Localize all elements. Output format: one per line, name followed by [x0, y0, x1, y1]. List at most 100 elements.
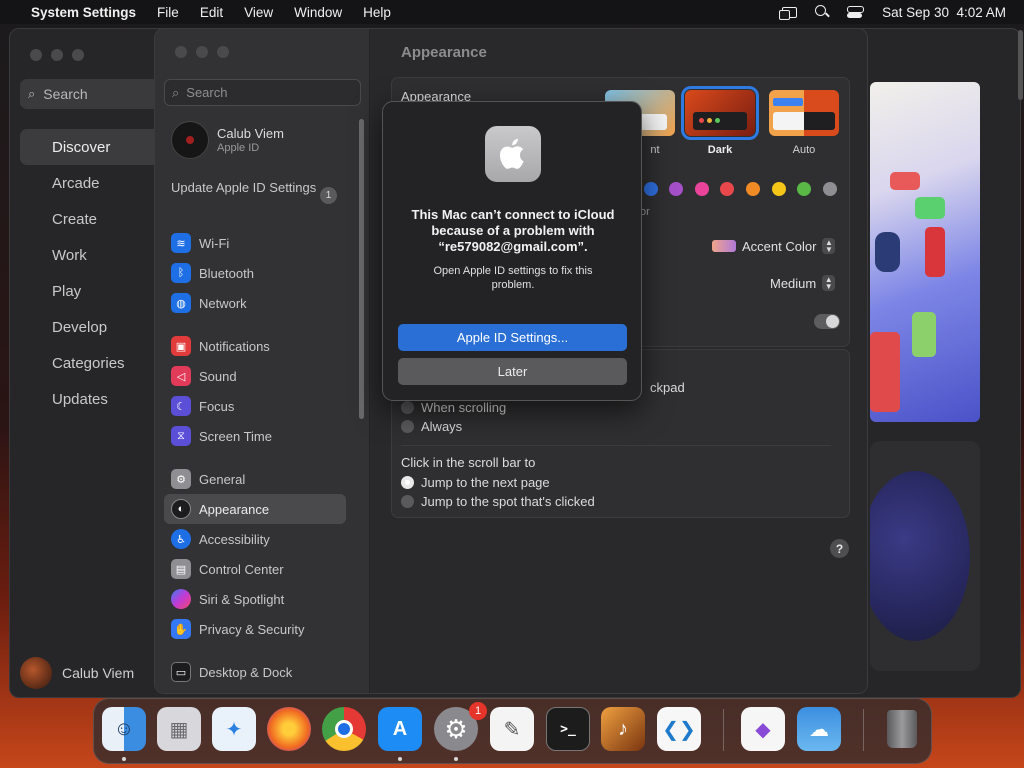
- sidebar-item-control-center[interactable]: ▤ Control Center: [164, 554, 346, 584]
- app-store-account[interactable]: Calub Viem: [20, 657, 134, 689]
- close-window-button[interactable]: [30, 49, 42, 61]
- weather-icon[interactable]: ☁: [797, 707, 841, 751]
- nav-discover[interactable]: Discover: [20, 129, 170, 165]
- screen-mirroring-icon[interactable]: [779, 6, 798, 20]
- sidebar-icon-size-value: Medium: [770, 275, 817, 291]
- divider: [401, 445, 831, 446]
- menu-datetime[interactable]: Sat Sep 30 4:02 AM: [882, 5, 1006, 20]
- menu-app-name[interactable]: System Settings: [31, 5, 136, 20]
- radio-label: Jump to the next page: [421, 475, 550, 490]
- dock-separator: [863, 709, 864, 751]
- sidebar-item-accessibility[interactable]: ♿ Accessibility: [164, 524, 346, 554]
- settings-search-input[interactable]: ⌕ Search: [164, 79, 361, 106]
- garageband-icon[interactable]: ♪: [601, 707, 645, 751]
- minimize-window-button[interactable]: [51, 49, 63, 61]
- textedit-icon[interactable]: ✎: [490, 707, 534, 751]
- running-indicator: [122, 757, 126, 761]
- sidebar-item-bluetooth[interactable]: ᛒ Bluetooth: [164, 258, 346, 288]
- icloud-alert-dialog: This Mac can’t connect to iCloud because…: [382, 101, 642, 401]
- nav-develop[interactable]: Develop: [20, 309, 170, 345]
- accent-blue[interactable]: [644, 182, 658, 196]
- window-controls: [175, 46, 229, 58]
- art-block: [890, 172, 920, 190]
- apple-id-settings-button[interactable]: Apple ID Settings...: [398, 324, 627, 351]
- control-center-icon: ▤: [171, 559, 191, 579]
- radio-label: Jump to the spot that's clicked: [421, 494, 595, 509]
- focus-icon: ☾: [171, 396, 191, 416]
- visual-studio-icon[interactable]: ◆: [741, 707, 785, 751]
- menu-window[interactable]: Window: [294, 5, 342, 20]
- wallpaper-tinting-toggle[interactable]: [814, 314, 840, 329]
- featured-artwork-2[interactable]: [870, 441, 980, 671]
- update-apple-id-settings[interactable]: Update Apple ID Settings: [171, 180, 341, 196]
- accent-yellow[interactable]: [772, 182, 786, 196]
- nav-work[interactable]: Work: [20, 237, 170, 273]
- radio-always[interactable]: Always: [401, 417, 506, 436]
- search-icon: ⌕: [28, 86, 36, 101]
- sidebar-item-network[interactable]: ◍ Network: [164, 288, 346, 318]
- launchpad-icon[interactable]: ▦: [157, 707, 201, 751]
- sidebar-scrollbar[interactable]: [359, 119, 364, 419]
- accent-pink[interactable]: [695, 182, 709, 196]
- sidebar-item-notifications[interactable]: ▣ Notifications: [164, 331, 346, 361]
- nav-updates[interactable]: Updates: [20, 381, 170, 417]
- sidebar-item-appearance[interactable]: ◐ Appearance: [164, 494, 346, 524]
- featured-artwork[interactable]: [870, 82, 980, 422]
- sidebar-group-notifications: ▣ Notifications ◁ Sound ☾ Focus ⧖ Screen…: [164, 331, 346, 451]
- search-icon: ⌕: [172, 84, 180, 100]
- nav-categories[interactable]: Categories: [20, 345, 170, 381]
- sidebar-item-siri-spotlight[interactable]: Siri & Spotlight: [164, 584, 346, 614]
- close-window-button[interactable]: [175, 46, 187, 58]
- menu-file[interactable]: File: [157, 5, 179, 20]
- accent-green[interactable]: [797, 182, 811, 196]
- art-figure: [875, 232, 900, 272]
- terminal-icon[interactable]: >_: [546, 707, 590, 751]
- safari-icon[interactable]: ✦: [212, 707, 256, 751]
- menu-view[interactable]: View: [244, 5, 273, 20]
- nav-arcade[interactable]: Arcade: [20, 165, 170, 201]
- sidebar-item-wifi[interactable]: ≋ Wi-Fi: [164, 228, 346, 258]
- accent-graphite[interactable]: [823, 182, 837, 196]
- theme-auto[interactable]: Auto: [769, 90, 839, 156]
- control-center-icon[interactable]: [847, 6, 865, 18]
- app-store-search-input[interactable]: ⌕ Search: [20, 79, 170, 109]
- chrome-icon[interactable]: [322, 707, 366, 751]
- bluetooth-icon: ᛒ: [171, 263, 191, 283]
- show-scroll-bars-options: When scrolling Always: [401, 398, 506, 436]
- accent-red[interactable]: [720, 182, 734, 196]
- avatar: [20, 657, 52, 689]
- sidebar-item-sound[interactable]: ◁ Sound: [164, 361, 346, 391]
- zoom-window-button[interactable]: [217, 46, 229, 58]
- theme-dark[interactable]: Dark: [681, 86, 759, 156]
- settings-sidebar: ⌕ Search Calub Viem Apple ID Update Appl…: [155, 29, 370, 693]
- menu-help[interactable]: Help: [363, 5, 391, 20]
- zoom-window-button[interactable]: [72, 49, 84, 61]
- radio-jump-next-page[interactable]: Jump to the next page: [401, 473, 595, 492]
- sidebar-item-privacy-security[interactable]: ✋ Privacy & Security: [164, 614, 346, 644]
- highlight-color-select[interactable]: Accent Color ▲ ▼: [712, 238, 836, 254]
- accent-orange[interactable]: [746, 182, 760, 196]
- trash-icon[interactable]: [880, 707, 924, 751]
- later-button[interactable]: Later: [398, 358, 627, 385]
- minimize-window-button[interactable]: [196, 46, 208, 58]
- vscode-icon[interactable]: ❮❯: [657, 707, 701, 751]
- app-store-icon[interactable]: A: [378, 707, 422, 751]
- apple-id-account[interactable]: Calub Viem Apple ID: [171, 121, 284, 159]
- highlight-color-value: Accent Color: [742, 238, 817, 254]
- sidebar-item-desktop-dock[interactable]: ▭ Desktop & Dock: [164, 657, 346, 687]
- sidebar-item-screen-time[interactable]: ⧖ Screen Time: [164, 421, 346, 451]
- scrollbar[interactable]: [1018, 30, 1023, 100]
- nav-create[interactable]: Create: [20, 201, 170, 237]
- sidebar-item-focus[interactable]: ☾ Focus: [164, 391, 346, 421]
- sidebar-item-label: Desktop & Dock: [199, 664, 293, 680]
- nav-play[interactable]: Play: [20, 273, 170, 309]
- firefox-icon[interactable]: [267, 707, 311, 751]
- spotlight-search-icon[interactable]: [815, 5, 829, 19]
- radio-jump-spot-clicked[interactable]: Jump to the spot that's clicked: [401, 492, 595, 511]
- menu-edit[interactable]: Edit: [200, 5, 223, 20]
- sidebar-icon-size-select[interactable]: Medium ▲ ▼: [770, 275, 836, 291]
- finder-icon[interactable]: ☺: [102, 707, 146, 751]
- help-button[interactable]: ?: [830, 539, 849, 558]
- sidebar-item-general[interactable]: ⚙ General: [164, 464, 346, 494]
- accent-purple[interactable]: [669, 182, 683, 196]
